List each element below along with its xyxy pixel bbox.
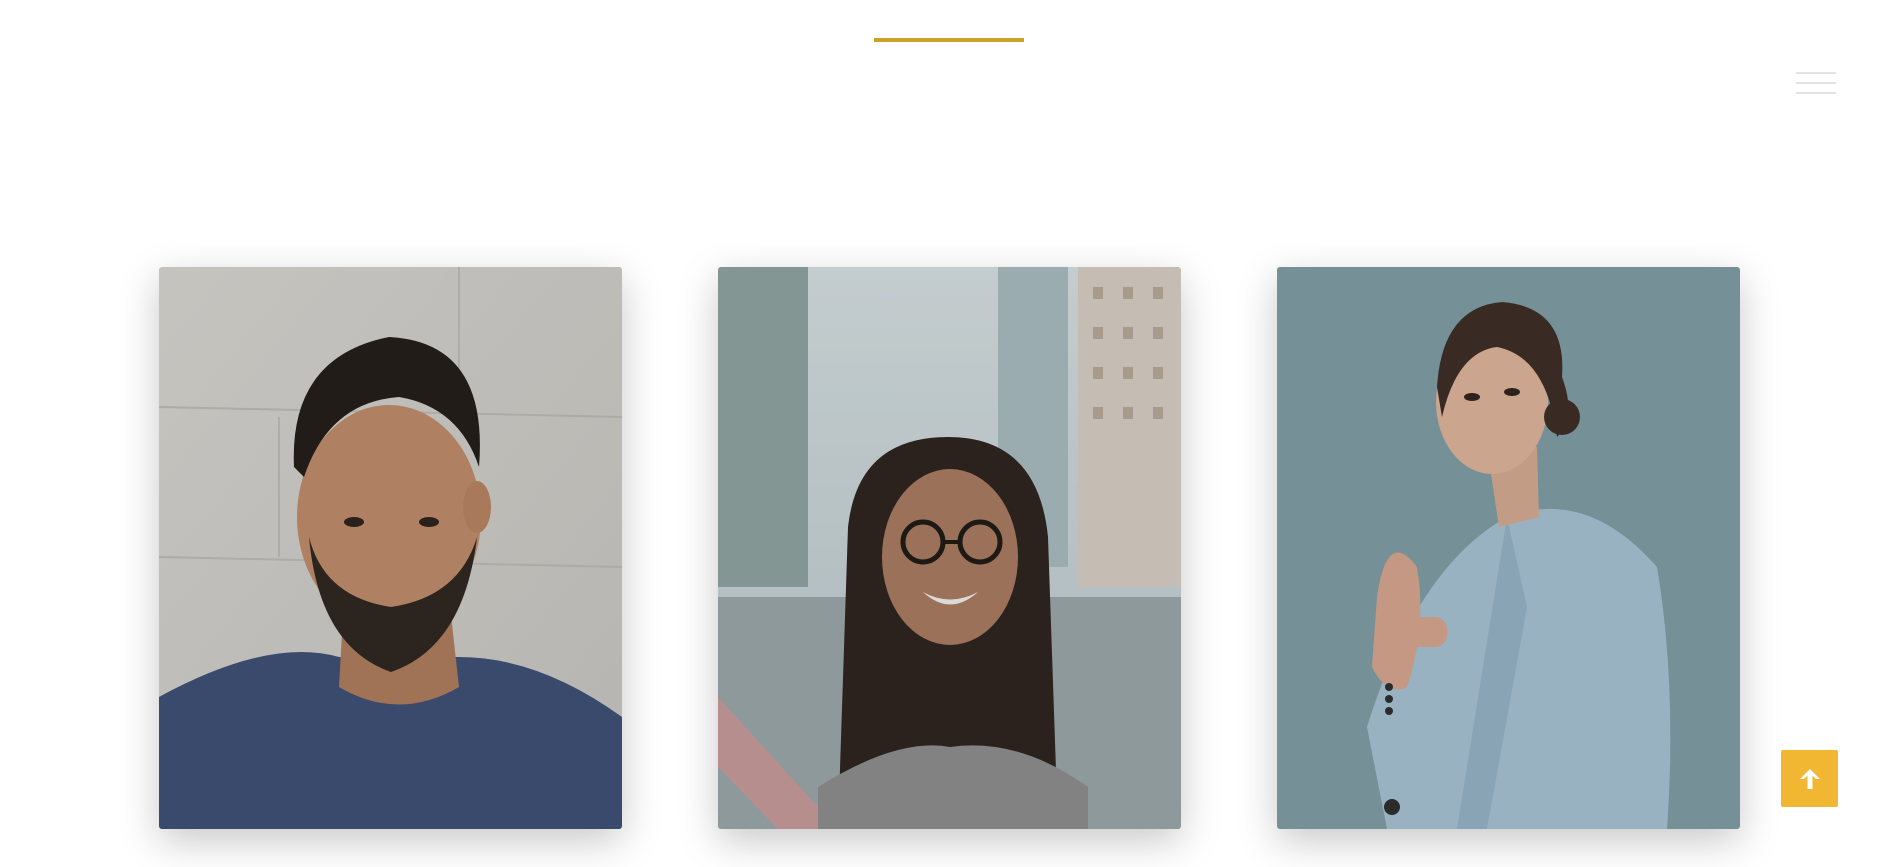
menu-toggle-button[interactable] — [1796, 72, 1838, 96]
hamburger-icon-line — [1796, 82, 1836, 84]
team-member-photo — [1277, 267, 1740, 829]
team-member-card[interactable] — [159, 267, 622, 829]
team-member-card[interactable] — [718, 267, 1181, 829]
page — [0, 0, 1888, 867]
section-title-divider — [874, 38, 1024, 42]
hamburger-icon-line — [1796, 72, 1836, 74]
team-member-card[interactable] — [1277, 267, 1740, 829]
team-member-photo — [718, 267, 1181, 829]
hamburger-icon-line — [1796, 92, 1836, 94]
arrow-up-icon — [1799, 768, 1820, 789]
team-member-photo — [159, 267, 622, 829]
back-to-top-button[interactable] — [1781, 750, 1838, 807]
